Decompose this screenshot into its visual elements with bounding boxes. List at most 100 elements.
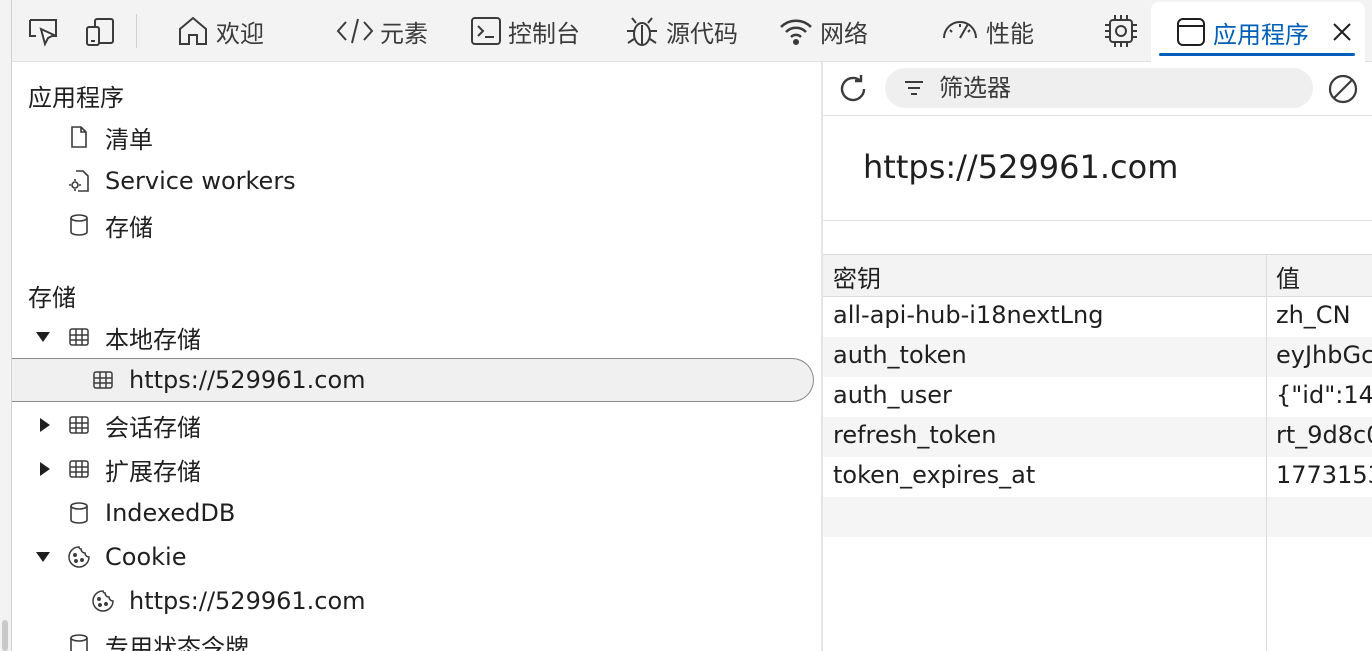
value-cell: eyJhbGc xyxy=(1276,341,1372,369)
tab-label: 控制台 xyxy=(508,19,580,48)
application-sidebar: 应用程序 清单 Service workers 存储 存储 本地存储 https… xyxy=(12,62,822,651)
tab-label: 应用程序 xyxy=(1213,20,1309,49)
table-row[interactable]: auth_user {"id":148 xyxy=(823,377,1372,417)
file-icon xyxy=(68,125,90,149)
tab-welcome[interactable]: 欢迎 xyxy=(176,0,264,62)
cylinder-icon xyxy=(68,501,90,525)
sidebar-item-cookie[interactable]: Cookie xyxy=(12,535,812,579)
sidebar-item-manifest[interactable]: 清单 xyxy=(12,115,812,159)
sidebar-item-label: IndexedDB xyxy=(105,499,236,527)
tab-console[interactable]: 控制台 xyxy=(470,0,580,62)
sidebar-item-local-storage-origin[interactable]: https://529961.com xyxy=(12,358,814,402)
expand-right-icon[interactable] xyxy=(36,416,54,434)
home-icon xyxy=(179,16,207,45)
storage-detail-panel: https://529961.com 密钥 值 all-api-hub-i18n… xyxy=(823,62,1372,651)
sidebar-item-service-workers[interactable]: Service workers xyxy=(12,159,812,203)
origin-heading: https://529961.com xyxy=(863,148,1179,186)
key-cell: token_expires_at xyxy=(833,461,1036,489)
chip-icon xyxy=(1105,15,1137,47)
value-cell: rt_9d8c0 xyxy=(1276,421,1372,449)
close-tab-icon[interactable] xyxy=(1331,21,1353,43)
cookie-icon xyxy=(68,545,90,569)
sidebar-item-label: 本地存储 xyxy=(105,325,201,354)
column-header-value[interactable]: 值 xyxy=(1276,259,1300,294)
sidebar-item-label: 清单 xyxy=(105,125,153,154)
table-row[interactable]: all-api-hub-i18nextLng zh_CN xyxy=(823,297,1372,337)
tab-performance[interactable]: 性能 xyxy=(940,0,1034,62)
value-cell: zh_CN xyxy=(1276,301,1351,329)
expand-down-icon[interactable] xyxy=(34,328,52,346)
sidebar-item-label: 扩展存储 xyxy=(105,457,201,486)
key-cell: all-api-hub-i18nextLng xyxy=(833,301,1104,329)
devtools-tabbar: 欢迎 元素 控制台 源代码 网络 性能 应用程序 xyxy=(12,0,1372,62)
table-row[interactable]: refresh_token rt_9d8c0 xyxy=(823,417,1372,457)
table-row[interactable]: auth_token eyJhbGc xyxy=(823,337,1372,377)
value-cell: {"id":148 xyxy=(1276,381,1372,409)
sidebar-item-label: 会话存储 xyxy=(105,413,201,442)
code-icon xyxy=(336,18,374,44)
refresh-icon xyxy=(840,75,866,102)
table-row-empty xyxy=(823,497,1372,537)
bug-icon xyxy=(627,17,657,46)
key-cell: refresh_token xyxy=(833,421,997,449)
table-row[interactable]: token_expires_at 1773153 xyxy=(823,457,1372,497)
sidebar-item-label: https://529961.com xyxy=(129,366,366,394)
grid-icon xyxy=(92,368,114,392)
key-cell: auth_token xyxy=(833,341,967,369)
sidebar-item-label: 存储 xyxy=(105,213,153,242)
filter-input[interactable] xyxy=(939,72,1299,104)
sidebar-item-label: Cookie xyxy=(105,543,187,571)
divider xyxy=(823,220,1372,221)
gauge-icon xyxy=(943,21,977,39)
local-storage-table: 密钥 值 all-api-hub-i18nextLng zh_CN auth_t… xyxy=(823,254,1372,537)
sidebar-item-local-storage[interactable]: 本地存储 xyxy=(12,315,812,359)
tabbar-separator xyxy=(136,14,137,48)
tab-label: 欢迎 xyxy=(216,19,264,48)
storage-toolbar xyxy=(823,62,1372,116)
tab-elements[interactable]: 元素 xyxy=(336,0,428,62)
wifi-icon xyxy=(780,19,812,46)
cylinder-icon xyxy=(68,633,90,651)
scroll-handle[interactable] xyxy=(2,620,8,651)
active-tab-indicator xyxy=(1159,53,1355,56)
tab-network[interactable]: 网络 xyxy=(778,0,868,62)
device-emulation-icon[interactable] xyxy=(82,14,118,50)
key-cell: auth_user xyxy=(833,381,952,409)
sidebar-item-label: https://529961.com xyxy=(129,587,366,615)
sidebar-item-storage[interactable]: 存储 xyxy=(12,203,812,247)
refresh-button[interactable] xyxy=(835,71,871,107)
tab-memory[interactable] xyxy=(1102,0,1140,62)
clear-icon xyxy=(1328,74,1358,104)
tab-application[interactable]: 应用程序 xyxy=(1151,2,1365,62)
sidebar-item-label: 专用状态令牌 xyxy=(105,633,249,651)
sidebar-item-indexeddb[interactable]: IndexedDB xyxy=(12,491,812,535)
value-cell: 1773153 xyxy=(1276,461,1372,489)
cookie-icon xyxy=(92,589,114,613)
tab-sources[interactable]: 源代码 xyxy=(624,0,738,62)
section-heading-storage: 存储 xyxy=(28,284,76,312)
sidebar-item-private-state-tokens[interactable]: 专用状态令牌 xyxy=(12,623,812,651)
table-header: 密钥 值 xyxy=(823,254,1372,297)
sidebar-item-label: Service workers xyxy=(105,167,296,195)
clear-all-button[interactable] xyxy=(1325,71,1361,107)
column-header-key[interactable]: 密钥 xyxy=(833,259,881,294)
inspect-element-icon[interactable] xyxy=(26,14,62,50)
window-edge xyxy=(0,0,12,651)
console-icon xyxy=(471,17,501,45)
column-divider[interactable] xyxy=(1266,254,1267,651)
section-heading-application: 应用程序 xyxy=(28,84,124,112)
gear-file-icon xyxy=(68,169,90,193)
grid-icon xyxy=(68,325,90,349)
sidebar-item-session-storage[interactable]: 会话存储 xyxy=(12,403,812,447)
sidebar-item-extension-storage[interactable]: 扩展存储 xyxy=(12,447,812,491)
tab-label: 网络 xyxy=(820,19,868,48)
filter-box[interactable] xyxy=(885,68,1313,108)
sidebar-item-cookie-origin[interactable]: https://529961.com xyxy=(12,579,812,623)
cylinder-icon xyxy=(68,213,90,237)
expand-down-icon[interactable] xyxy=(34,548,52,566)
grid-icon xyxy=(68,413,90,437)
expand-right-icon[interactable] xyxy=(36,460,54,478)
tab-label: 元素 xyxy=(380,19,428,48)
tab-label: 性能 xyxy=(986,19,1034,48)
grid-icon xyxy=(68,457,90,481)
